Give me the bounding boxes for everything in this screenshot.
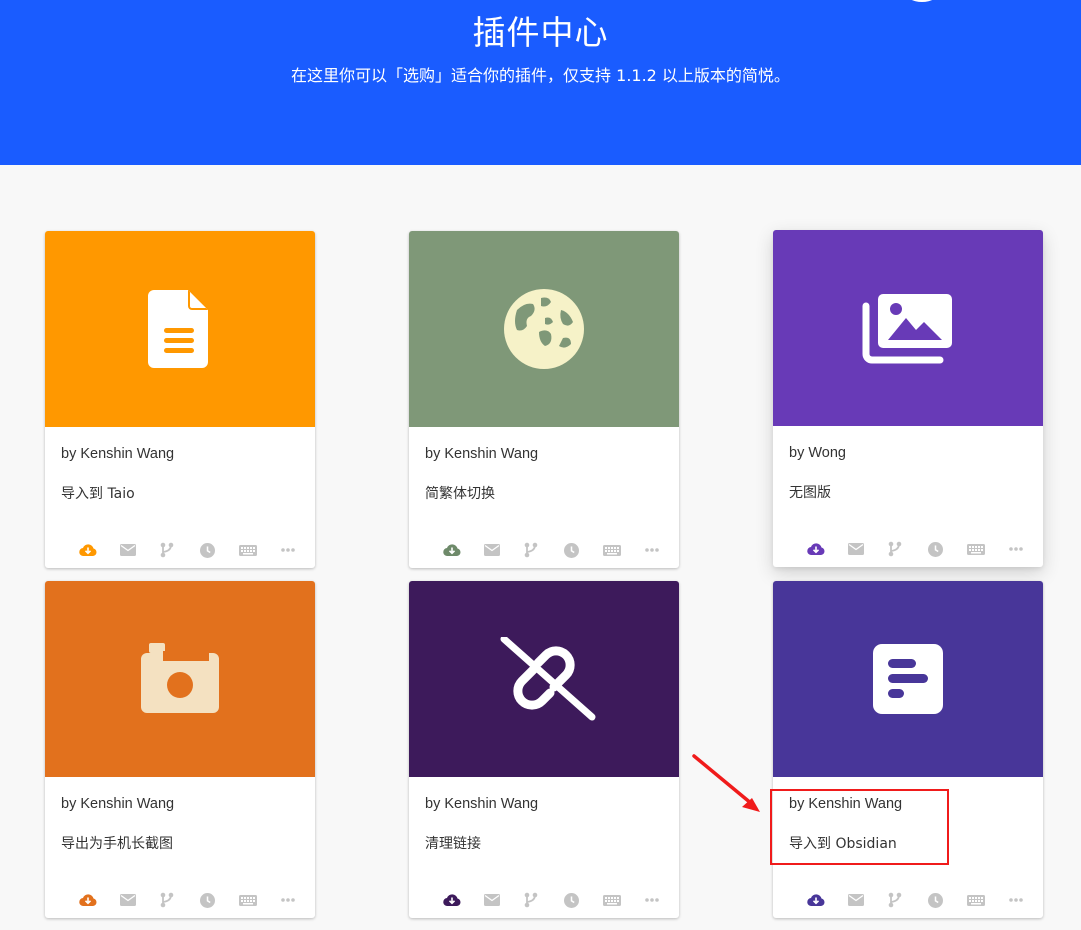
card-cover[interactable] — [45, 231, 315, 427]
card-author: by Kenshin Wang — [425, 446, 539, 462]
page-subtitle: 在这里你可以「选购」适合你的插件，仅支持 1.1.2 以上版本的简悦。 — [291, 66, 790, 85]
card-description: 导出为手机长截图 — [61, 836, 173, 852]
mail-icon[interactable] — [482, 891, 502, 909]
card-cover[interactable] — [409, 581, 679, 777]
plugin-card-traditional-simplified[interactable]: by Kenshin Wang 简繁体切换 — [409, 231, 679, 568]
keyboard-icon[interactable] — [235, 541, 261, 559]
mail-icon[interactable] — [846, 540, 866, 558]
more-icon[interactable] — [642, 891, 662, 909]
clock-icon[interactable] — [925, 891, 945, 909]
clock-icon[interactable] — [561, 541, 581, 559]
keyboard-icon[interactable] — [235, 891, 261, 909]
image-gallery-icon — [862, 294, 952, 364]
clock-icon[interactable] — [925, 540, 945, 558]
annotation-arrow-icon — [692, 754, 760, 812]
git-branch-icon[interactable] — [521, 541, 541, 559]
download-cloud-icon[interactable] — [78, 541, 98, 559]
document-icon — [148, 290, 208, 368]
mail-icon[interactable] — [482, 541, 502, 559]
plugin-card-no-image[interactable]: by Wong 无图版 — [773, 230, 1043, 567]
header-decoration — [905, 0, 939, 2]
card-cover[interactable] — [773, 581, 1043, 777]
card-cover[interactable] — [773, 230, 1043, 426]
card-description: 清理链接 — [425, 836, 481, 852]
mail-icon[interactable] — [846, 891, 866, 909]
clock-icon[interactable] — [561, 891, 581, 909]
git-branch-icon[interactable] — [521, 891, 541, 909]
plugin-card-obsidian[interactable]: by Kenshin Wang 导入到 Obsidian — [773, 581, 1043, 918]
plugin-card-clean-links[interactable]: by Kenshin Wang 清理链接 — [409, 581, 679, 918]
keyboard-icon[interactable] — [963, 540, 989, 558]
card-actions — [78, 541, 308, 559]
keyboard-icon[interactable] — [599, 891, 625, 909]
globe-icon — [504, 289, 584, 369]
keyboard-icon[interactable] — [963, 891, 989, 909]
download-cloud-icon[interactable] — [442, 891, 462, 909]
note-icon — [873, 644, 943, 714]
download-cloud-icon[interactable] — [442, 541, 462, 559]
mail-icon[interactable] — [118, 541, 138, 559]
page-title: 插件中心 — [472, 13, 609, 52]
clock-icon[interactable] — [197, 891, 217, 909]
plugin-card-taio[interactable]: by Kenshin Wang 导入到 Taio — [45, 231, 315, 568]
mail-icon[interactable] — [118, 891, 138, 909]
download-cloud-icon[interactable] — [78, 891, 98, 909]
annotation-highlight-box — [770, 789, 949, 865]
card-description: 导入到 Taio — [61, 486, 135, 502]
more-icon[interactable] — [1006, 540, 1026, 558]
git-branch-icon[interactable] — [157, 541, 177, 559]
card-actions — [442, 541, 672, 559]
card-author: by Wong — [789, 445, 846, 461]
plugin-card-long-screenshot[interactable]: by Kenshin Wang 导出为手机长截图 — [45, 581, 315, 918]
card-author: by Kenshin Wang — [61, 446, 175, 462]
clock-icon[interactable] — [197, 541, 217, 559]
page-header: 插件中心 在这里你可以「选购」适合你的插件，仅支持 1.1.2 以上版本的简悦。 — [0, 0, 1081, 165]
card-description: 无图版 — [789, 485, 831, 501]
download-cloud-icon[interactable] — [806, 891, 826, 909]
link-off-icon — [500, 637, 596, 721]
card-author: by Kenshin Wang — [425, 796, 539, 812]
git-branch-icon[interactable] — [157, 891, 177, 909]
keyboard-icon[interactable] — [599, 541, 625, 559]
card-actions — [806, 540, 1036, 558]
more-icon[interactable] — [278, 891, 298, 909]
card-cover[interactable] — [45, 581, 315, 777]
more-icon[interactable] — [1006, 891, 1026, 909]
card-description: 简繁体切换 — [425, 486, 495, 502]
camera-icon — [141, 643, 219, 713]
download-cloud-icon[interactable] — [806, 540, 826, 558]
card-actions — [78, 891, 308, 909]
card-actions — [442, 891, 672, 909]
more-icon[interactable] — [642, 541, 662, 559]
card-author: by Kenshin Wang — [61, 796, 175, 812]
card-cover[interactable] — [409, 231, 679, 427]
git-branch-icon[interactable] — [885, 891, 905, 909]
git-branch-icon[interactable] — [885, 540, 905, 558]
more-icon[interactable] — [278, 541, 298, 559]
card-actions — [806, 891, 1036, 909]
